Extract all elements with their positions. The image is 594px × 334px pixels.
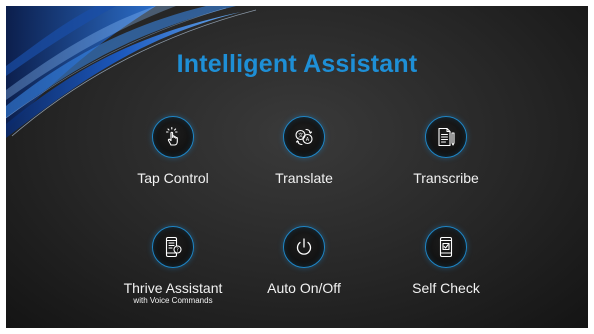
tile-transcribe[interactable]: Transcribe [376, 116, 516, 186]
slide: Intelligent Assistant Tap Control 文 A Tr… [6, 6, 588, 328]
tap-control-label: Tap Control [137, 170, 209, 186]
tile-thrive-assistant[interactable]: ? Thrive Assistant with Voice Commands [103, 226, 243, 306]
svg-text:?: ? [176, 247, 179, 253]
self-check-icon-circle [425, 226, 467, 268]
self-check-label: Self Check [412, 280, 480, 296]
tile-self-check[interactable]: Self Check [376, 226, 516, 296]
tile-translate[interactable]: 文 A Translate [234, 116, 374, 186]
tap-hand-icon [165, 126, 178, 146]
auto-on-off-icon-circle [283, 226, 325, 268]
thrive-assistant-sublabel: with Voice Commands [133, 296, 213, 305]
translate-icon-circle: 文 A [283, 116, 325, 158]
transcribe-label: Transcribe [413, 170, 479, 186]
svg-text:文: 文 [298, 132, 303, 139]
tile-tap-control[interactable]: Tap Control [103, 116, 243, 186]
translate-label: Translate [275, 170, 333, 186]
tile-auto-on-off[interactable]: Auto On/Off [234, 226, 374, 296]
translate-icon: 文 A [295, 128, 313, 146]
transcribe-icon [438, 127, 455, 147]
tap-control-icon-circle [152, 116, 194, 158]
page-title: Intelligent Assistant [176, 50, 418, 78]
transcribe-icon-circle [425, 116, 467, 158]
thrive-assistant-icon-circle: ? [152, 226, 194, 268]
phone-assistant-icon: ? [165, 236, 182, 258]
thrive-assistant-label: Thrive Assistant [123, 280, 223, 296]
auto-on-off-label: Auto On/Off [267, 280, 341, 296]
svg-text:A: A [306, 137, 310, 143]
phone-check-icon [439, 236, 453, 258]
power-icon [296, 238, 312, 255]
